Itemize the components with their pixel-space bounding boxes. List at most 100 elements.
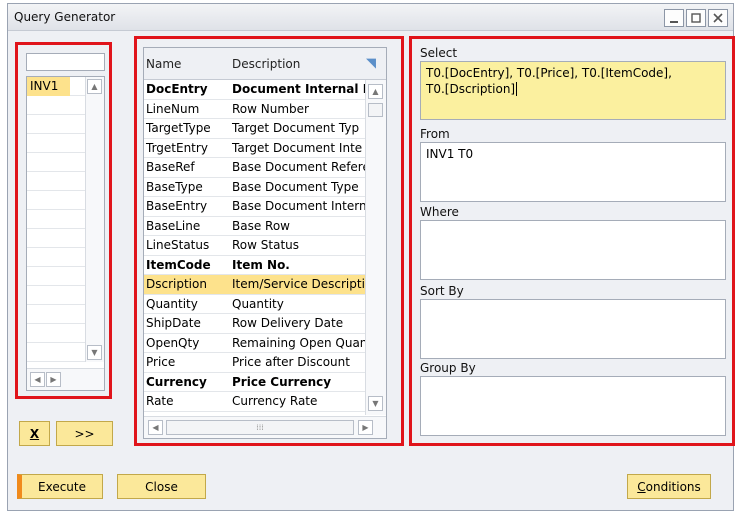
column-header-description[interactable]: Description [228, 55, 372, 73]
text-cursor [516, 82, 518, 96]
tables-panel: INV1 ▲ ▼ ◀ ▶ [15, 42, 112, 399]
scroll-down-icon[interactable]: ▼ [368, 396, 383, 411]
title-bar: Query Generator [8, 4, 733, 31]
select-label: Select [420, 46, 458, 60]
column-description: Item/Service Descriptio [232, 277, 372, 291]
column-description: Base Document Intern [232, 199, 367, 213]
conditions-button[interactable]: Conditions [627, 474, 711, 499]
close-button[interactable]: Close [117, 474, 206, 499]
columns-panel: Name Description ◥ DocEntry Document Inte… [134, 36, 404, 446]
table-search-input[interactable] [26, 53, 105, 71]
remove-table-button[interactable]: X [19, 421, 50, 446]
table-name [27, 229, 70, 248]
column-row[interactable]: BaseLine Base Row [144, 217, 386, 236]
query-panel: Select T0.[DocEntry], T0.[Price], T0.[It… [409, 36, 735, 446]
column-header-name[interactable]: Name [144, 55, 228, 73]
from-textarea[interactable]: INV1 T0 [420, 142, 726, 202]
column-description: Quantity [232, 296, 284, 311]
column-name: Dscription [146, 277, 207, 291]
column-name: BaseEntry [146, 199, 208, 213]
expand-arrow-icon[interactable]: ◥ [366, 56, 376, 71]
column-name: LineStatus [146, 238, 210, 252]
table-name [27, 267, 70, 286]
scroll-left-icon[interactable]: ◀ [148, 420, 163, 435]
column-row[interactable]: Currency Price Currency [144, 373, 386, 392]
where-textarea[interactable] [420, 220, 726, 280]
tables-list: INV1 ▲ ▼ ◀ ▶ [26, 76, 105, 391]
column-row[interactable]: LineNum Row Number [144, 100, 386, 119]
select-line-2: T0.[Dscription] [426, 82, 518, 96]
table-name [27, 153, 70, 172]
scroll-up-icon[interactable]: ▲ [368, 84, 383, 99]
column-name: OpenQty [146, 335, 200, 350]
column-row[interactable]: Price Price after Discount [144, 353, 386, 373]
column-row[interactable]: ItemCode Item No. [144, 256, 386, 275]
column-row[interactable]: Dscription Item/Service Descriptio [144, 275, 386, 295]
column-row[interactable]: TargetType Target Document Typ [144, 119, 386, 139]
from-label: From [420, 127, 450, 141]
scroll-thumb[interactable] [368, 103, 383, 117]
column-name: ShipDate [146, 316, 201, 330]
column-description: Currency Rate [232, 394, 318, 408]
select-line-1: T0.[DocEntry], T0.[Price], T0.[ItemCode]… [426, 66, 672, 80]
column-name: DocEntry [146, 82, 208, 96]
add-table-button[interactable]: >> [56, 421, 113, 446]
columns-grid: Name Description ◥ DocEntry Document Inte… [143, 47, 387, 439]
scroll-right-icon[interactable]: ▶ [46, 372, 61, 387]
column-row[interactable]: BaseType Base Document Type [144, 178, 386, 197]
where-label: Where [420, 205, 459, 219]
column-name: LineNum [146, 101, 200, 116]
column-description: Row Delivery Date [232, 316, 344, 330]
table-name [27, 305, 70, 324]
scroll-thumb-grip[interactable]: ⁞⁞⁞ [166, 420, 354, 435]
table-name [27, 248, 70, 267]
column-name: Rate [146, 394, 174, 408]
column-description: Item No. [232, 257, 290, 272]
column-row[interactable]: Quantity Quantity [144, 295, 386, 314]
columns-vertical-scrollbar[interactable]: ▲ ▼ [365, 80, 386, 415]
column-row[interactable]: ShipDate Row Delivery Date [144, 314, 386, 334]
column-description: Document Internal I [232, 82, 368, 96]
column-description: Price Currency [232, 374, 332, 389]
column-row[interactable]: Rate Currency Rate [144, 392, 386, 412]
minimize-button[interactable] [664, 9, 684, 27]
column-row[interactable]: BaseRef Base Document Refere [144, 158, 386, 178]
scroll-up-icon[interactable]: ▲ [87, 79, 102, 94]
column-row[interactable]: BaseEntry Base Document Intern [144, 197, 386, 217]
columns-header: Name Description ◥ [144, 48, 386, 80]
columns-horizontal-scrollbar[interactable]: ◀ ⁞⁞⁞ ▶ [144, 416, 386, 438]
table-name [27, 324, 70, 343]
column-description: Remaining Open Quant [232, 335, 372, 350]
maximize-icon [691, 13, 701, 23]
column-description: Price after Discount [232, 355, 350, 369]
column-row[interactable]: TrgetEntry Target Document Inte [144, 139, 386, 158]
column-row[interactable]: DocEntry Document Internal I [144, 80, 386, 100]
tables-vertical-scrollbar[interactable]: ▲ ▼ [85, 77, 104, 362]
tables-horizontal-scrollbar[interactable]: ◀ ▶ [27, 368, 104, 390]
select-textarea[interactable]: T0.[DocEntry], T0.[Price], T0.[ItemCode]… [420, 61, 726, 120]
close-window-button[interactable] [708, 9, 728, 27]
sort-by-textarea[interactable] [420, 299, 726, 359]
table-name [27, 343, 70, 362]
scroll-left-icon[interactable]: ◀ [30, 372, 45, 387]
scroll-right-icon[interactable]: ▶ [358, 420, 373, 435]
column-name: Currency [146, 374, 207, 389]
column-name: ItemCode [146, 257, 211, 272]
query-generator-window: Query Generator INV1 ▲ ▼ ◀ ▶ Name Descri… [7, 3, 735, 511]
table-name [27, 96, 70, 115]
column-description: Base Document Type [232, 179, 359, 194]
column-name: Price [146, 355, 176, 369]
column-description: Base Row [232, 218, 290, 233]
group-by-textarea[interactable] [420, 376, 726, 436]
table-name [27, 115, 70, 134]
conditions-mnemonic: C [637, 479, 646, 494]
column-name: BaseLine [146, 218, 201, 233]
scroll-down-icon[interactable]: ▼ [87, 345, 102, 360]
column-description: Row Number [232, 101, 309, 116]
column-row[interactable]: LineStatus Row Status [144, 236, 386, 256]
column-row[interactable]: OpenQty Remaining Open Quant [144, 334, 386, 353]
execute-button[interactable]: Execute [17, 474, 103, 499]
table-name [27, 134, 70, 153]
maximize-button[interactable] [686, 9, 706, 27]
column-description: Base Document Refere [232, 160, 370, 174]
